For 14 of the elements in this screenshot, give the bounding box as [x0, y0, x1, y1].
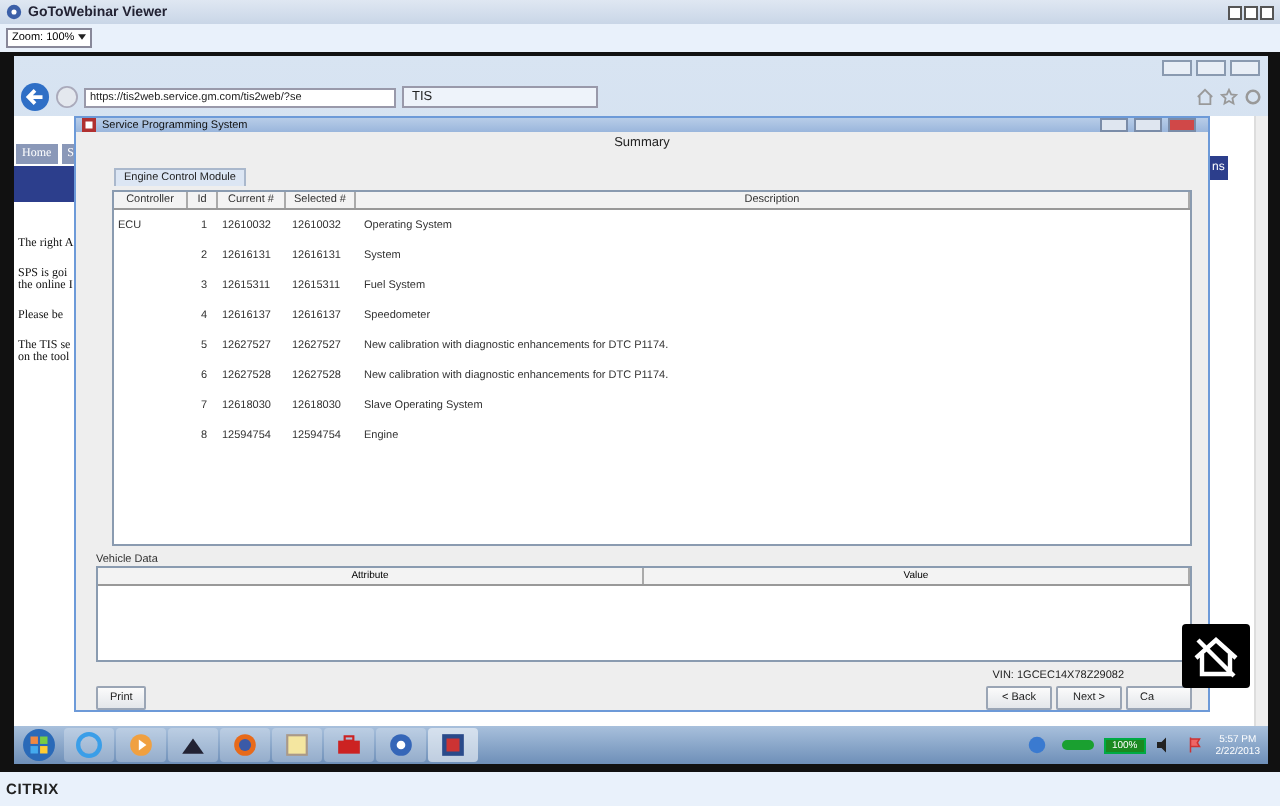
scrollbar[interactable]	[1254, 116, 1268, 726]
toolbox-icon[interactable]	[324, 728, 374, 762]
app-window-icon[interactable]	[428, 728, 478, 762]
speaker-icon[interactable]	[1153, 736, 1172, 754]
back-arrow-icon[interactable]	[20, 82, 50, 112]
app-icon	[82, 118, 96, 132]
start-orb-icon[interactable]	[22, 728, 56, 762]
network-indicator[interactable]	[1061, 740, 1094, 750]
star-icon[interactable]	[1220, 88, 1238, 106]
home-icon[interactable]	[1196, 88, 1214, 106]
notepad-icon[interactable]	[272, 728, 322, 762]
house-crossed-icon[interactable]	[1182, 624, 1250, 688]
caret-icon	[77, 34, 86, 41]
flag-icon[interactable]	[1185, 736, 1204, 754]
